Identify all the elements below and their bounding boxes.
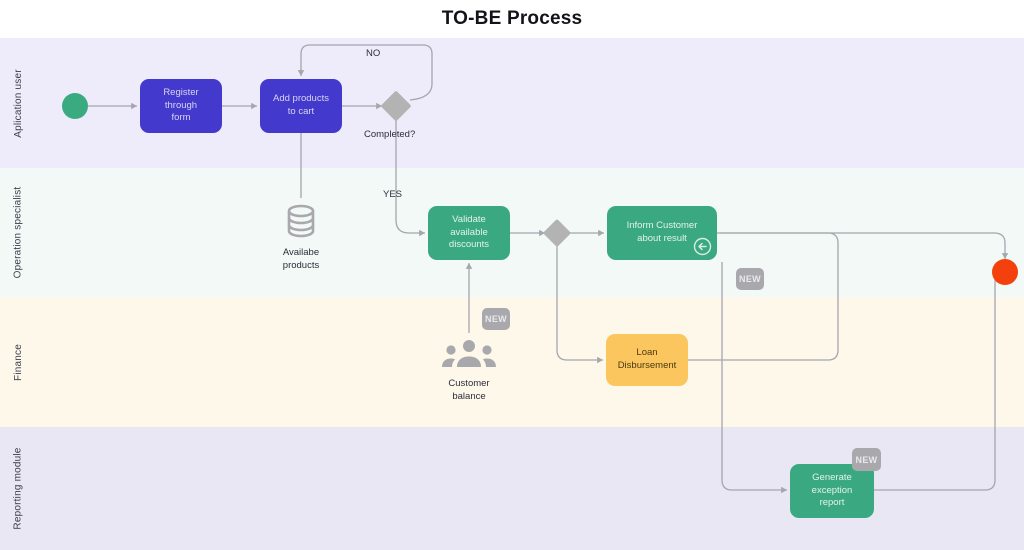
data-customer-balance[interactable]: Customer balance	[441, 337, 497, 404]
data-available-products[interactable]: Availabe products	[277, 200, 325, 273]
task-inform-customer-about-result[interactable]: Inform Customer about result	[607, 206, 717, 260]
task-label: Generate exception report	[811, 471, 853, 509]
lane-label-finance: Finance	[0, 297, 36, 427]
data-object-caption: Availabe products	[282, 247, 320, 271]
task-register-through-form[interactable]: Register through form	[140, 79, 222, 133]
data-object-caption: Customer balance	[448, 378, 490, 402]
lane-label-application-user: Aplication user	[0, 38, 36, 168]
start-event[interactable]	[62, 93, 88, 119]
gateway-completed-label: Completed?	[364, 129, 416, 140]
lane-operation-specialist: Operation specialist	[0, 168, 1024, 297]
people-group-icon	[441, 337, 497, 373]
page-title: TO-BE Process	[441, 8, 583, 29]
flow-label-yes: YES	[383, 189, 403, 200]
badge-new-inform-customer: NEW	[736, 268, 764, 290]
task-loan-disbursement[interactable]: Loan Disbursement	[606, 334, 688, 386]
lane-label-reporting-module: Reporting module	[0, 427, 36, 550]
lane-label-text: Finance	[12, 343, 24, 381]
end-event[interactable]	[992, 259, 1018, 285]
badge-new-customer-balance: NEW	[482, 308, 510, 330]
send-message-icon	[693, 237, 712, 256]
lane-label-text: Reporting module	[12, 447, 24, 530]
task-label: Add products to cart	[273, 93, 329, 117]
task-label: Inform Customer about result	[626, 220, 698, 244]
badge-new-exception-report: NEW	[852, 448, 881, 471]
task-label: Register through form	[163, 86, 199, 124]
task-validate-available-discounts[interactable]: Validate available discounts	[428, 206, 510, 260]
lane-finance: Finance	[0, 297, 1024, 427]
task-generate-exception-report[interactable]: Generate exception report	[790, 464, 874, 518]
lane-label-text: Aplication user	[12, 68, 24, 138]
lane-label-text: Operation specialist	[12, 186, 24, 279]
process-diagram-canvas: TO-BE Process Aplication user Operation …	[0, 0, 1024, 550]
task-label: Validate available discounts	[448, 213, 490, 251]
database-icon	[280, 200, 322, 242]
task-label: Loan Disbursement	[617, 347, 677, 371]
lane-label-operation-specialist: Operation specialist	[0, 168, 36, 297]
flow-label-no: NO	[366, 48, 381, 59]
task-add-products-to-cart[interactable]: Add products to cart	[260, 79, 342, 133]
